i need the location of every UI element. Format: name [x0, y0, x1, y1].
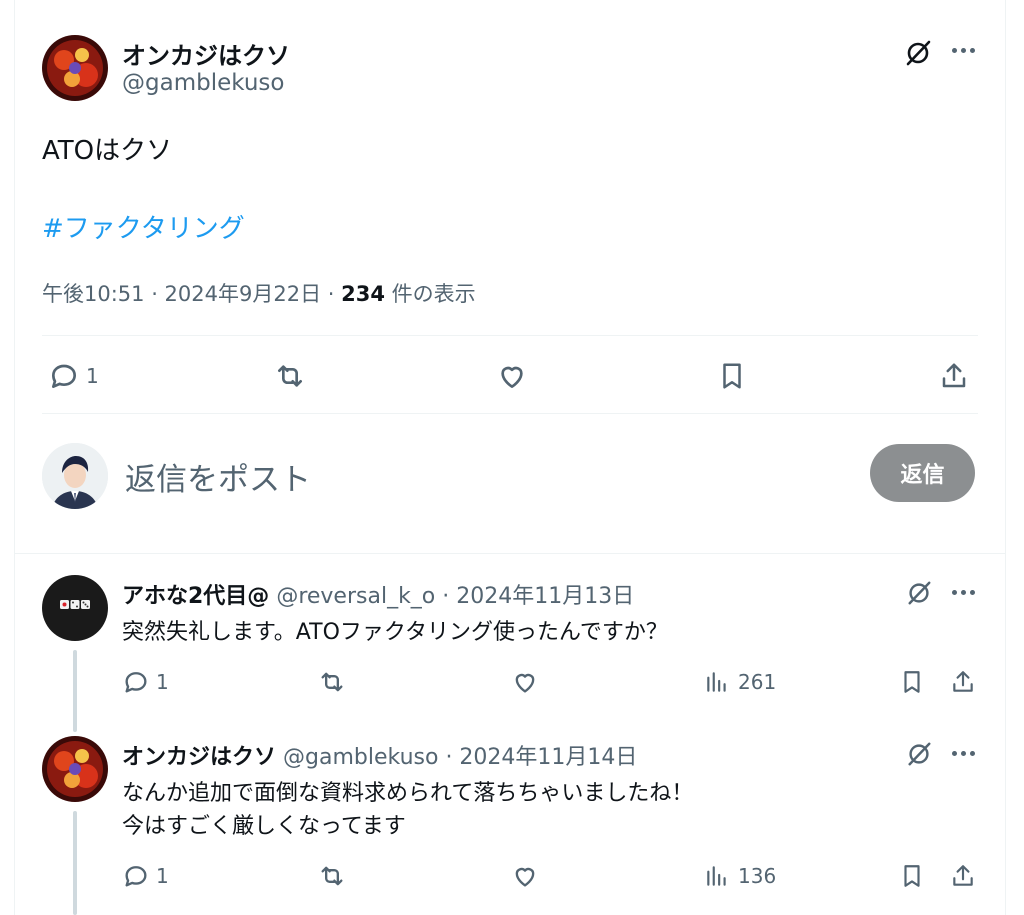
like-icon — [515, 673, 535, 693]
views-icon — [707, 866, 726, 886]
like-icon — [515, 867, 535, 887]
views-count: 261 — [738, 670, 777, 694]
tweet-timestamp[interactable]: 午後10:51 · 2024年9月22日 · — [42, 282, 341, 306]
reply-text-line-1: なんか追加で面倒な資料求められて落ちちゃいましたね！ — [122, 781, 694, 806]
bookmark-icon — [904, 671, 920, 693]
tweet-meta: 午後10:51 · 2024年9月22日 · 234 件の表示 — [42, 278, 476, 308]
views-button[interactable]: 136 — [704, 860, 784, 892]
views-button[interactable]: 261 — [704, 666, 784, 698]
grok-icon[interactable] — [903, 739, 935, 769]
reply-count: 1 — [156, 864, 169, 888]
reply-text: 突然失礼します。ATOファクタリング使ったんですか？ — [122, 620, 668, 645]
reply-author-avatar[interactable] — [42, 736, 108, 802]
bookmark-icon — [723, 363, 741, 389]
grok-icon[interactable] — [903, 578, 935, 608]
more-icon[interactable] — [952, 48, 975, 53]
bookmark-button[interactable] — [897, 666, 927, 698]
grok-icon[interactable] — [900, 36, 936, 70]
retweet-button[interactable] — [314, 860, 350, 892]
reply-text-line-2: 今はすごく厳しくなってます — [122, 814, 406, 839]
reply-button[interactable]: 1 — [122, 860, 182, 892]
like-button[interactable] — [492, 358, 532, 394]
reply-icon — [52, 364, 76, 388]
share-icon — [942, 363, 966, 388]
bookmark-button[interactable] — [897, 860, 927, 892]
like-button[interactable] — [508, 860, 542, 892]
hashtag-link[interactable]: #ファクタリング — [42, 208, 245, 245]
views-count: 136 — [738, 864, 777, 888]
author-avatar[interactable] — [42, 35, 108, 101]
reply-header: オンカジはクソ @gamblekuso · 2024年11月14日 — [122, 739, 637, 771]
reply-author-avatar[interactable] — [42, 575, 108, 641]
retweet-icon — [321, 672, 343, 692]
reply-submit-button[interactable]: 返信 — [870, 444, 975, 502]
share-button[interactable] — [948, 666, 978, 698]
share-icon — [953, 865, 973, 886]
thread-line — [73, 650, 77, 732]
more-icon[interactable] — [952, 590, 975, 595]
tweet-text: ATOはクソ — [42, 136, 173, 166]
bookmark-icon — [904, 865, 920, 887]
reply-date[interactable]: · 2024年11月13日 — [442, 584, 634, 609]
views-icon — [707, 672, 726, 692]
author-display-name[interactable]: オンカジはクソ — [122, 36, 290, 71]
share-icon — [953, 671, 973, 692]
reply-count: 1 — [86, 364, 99, 388]
reply-display-name[interactable]: アホな2代目@ — [122, 584, 269, 609]
like-button[interactable] — [508, 666, 542, 698]
share-button[interactable] — [948, 860, 978, 892]
share-button[interactable] — [935, 358, 973, 394]
reply-display-name[interactable]: オンカジはクソ — [122, 745, 276, 770]
section-divider — [14, 553, 1006, 554]
retweet-button[interactable] — [314, 666, 350, 698]
reply-button[interactable]: 1 — [48, 358, 108, 394]
retweet-button[interactable] — [270, 358, 310, 394]
reply-icon — [125, 866, 147, 887]
reply-date[interactable]: · 2024年11月14日 — [445, 745, 637, 770]
reply-handle[interactable]: @gamblekuso — [283, 745, 438, 770]
retweet-icon — [278, 365, 302, 387]
like-icon — [501, 366, 523, 388]
retweet-icon — [321, 866, 343, 886]
current-user-avatar[interactable] — [42, 443, 108, 509]
divider — [42, 413, 978, 414]
views-label: 件の表示 — [384, 282, 476, 306]
reply-handle[interactable]: @reversal_k_o — [276, 584, 435, 609]
author-handle[interactable]: @gamblekuso — [122, 70, 284, 96]
reply-input[interactable]: 返信をポスト — [125, 454, 311, 499]
bookmark-button[interactable] — [713, 358, 751, 394]
reply-count: 1 — [156, 670, 169, 694]
reply-button[interactable]: 1 — [122, 666, 182, 698]
reply-header: アホな2代目@ @reversal_k_o · 2024年11月13日 — [122, 578, 634, 610]
thread-line — [73, 811, 77, 915]
more-icon[interactable] — [952, 751, 975, 756]
views-count: 234 — [341, 282, 385, 306]
divider — [42, 335, 978, 336]
reply-icon — [125, 672, 147, 693]
